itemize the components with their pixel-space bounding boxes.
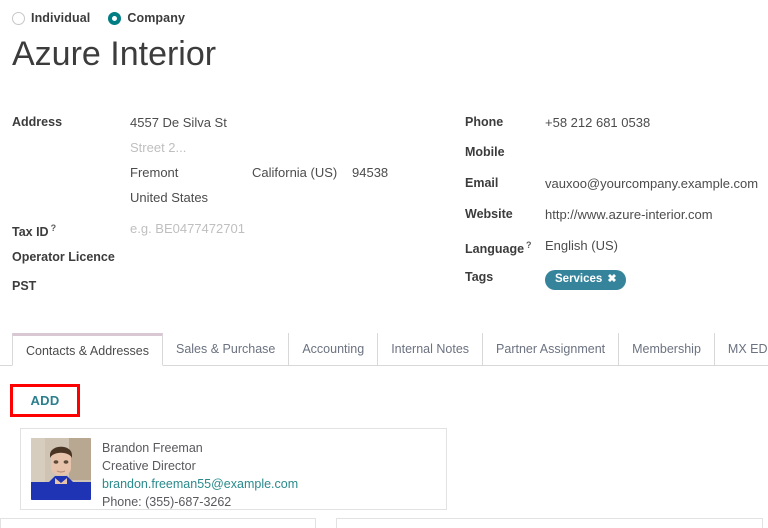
tax-id-label-text: Tax ID xyxy=(12,225,49,239)
tag-services-label: Services xyxy=(555,272,602,287)
tab-internal-notes[interactable]: Internal Notes xyxy=(378,333,483,366)
field-row-website: Website http://www.azure-interior.com xyxy=(465,202,768,227)
tag-remove-icon[interactable]: ✖ xyxy=(607,272,616,287)
contact-name: Brandon Freeman xyxy=(102,439,298,457)
contact-card-next-partial[interactable] xyxy=(336,518,763,528)
email-input[interactable]: vauxoo@yourcompany.example.com xyxy=(545,171,758,196)
contact-form: Address 4557 De Silva St Street 2... Fre… xyxy=(0,110,768,299)
tax-id-help-icon[interactable]: ? xyxy=(51,223,57,233)
address-label: Address xyxy=(12,110,130,135)
phone-input[interactable]: +58 212 681 0538 xyxy=(545,110,650,135)
field-row-street2: Street 2... xyxy=(12,135,455,160)
operator-licence-label: Operator Licence xyxy=(12,245,130,270)
website-input[interactable]: http://www.azure-interior.com xyxy=(545,202,713,227)
language-label-text: Language xyxy=(465,242,524,256)
form-column-right: Phone +58 212 681 0538 Mobile Email vaux… xyxy=(455,110,768,299)
contact-form-page: Individual Company Azure Interior Addres… xyxy=(0,0,768,528)
language-label: Language? xyxy=(465,233,545,262)
tab-sales-purchase[interactable]: Sales & Purchase xyxy=(163,333,289,366)
contact-role: Creative Director xyxy=(102,457,298,475)
street2-input[interactable]: Street 2... xyxy=(130,135,186,160)
contact-card-colleen-diaz[interactable]: Colleen Diaz Business Executive colleen.… xyxy=(0,518,316,528)
street-input[interactable]: 4557 De Silva St xyxy=(130,110,227,135)
radio-company-label: Company xyxy=(127,11,185,25)
tags-label: Tags xyxy=(465,265,545,290)
zip-input[interactable]: 94538 xyxy=(352,160,388,185)
tax-id-input[interactable]: e.g. BE0477472701 xyxy=(130,216,245,241)
contacts-card-list: Brandon Freeman Creative Director brando… xyxy=(0,428,768,528)
tax-id-label: Tax ID? xyxy=(12,216,130,245)
avatar-brandon-freeman xyxy=(31,438,91,500)
tab-partner-assignment[interactable]: Partner Assignment xyxy=(483,333,619,366)
radio-individual-icon[interactable] xyxy=(12,12,25,25)
add-button[interactable]: ADD xyxy=(13,387,77,414)
tags-container: Services ✖ xyxy=(545,265,626,290)
radio-individual-label: Individual xyxy=(31,11,90,25)
tab-accounting[interactable]: Accounting xyxy=(289,333,378,366)
country-input[interactable]: United States xyxy=(130,185,208,210)
tab-membership[interactable]: Membership xyxy=(619,333,715,366)
avatar-photo-male xyxy=(31,438,91,500)
contact-email-link[interactable]: brandon.freeman55@example.com xyxy=(102,475,298,493)
contact-phone: Phone: (355)-687-3262 xyxy=(102,493,298,511)
field-row-tax-id: Tax ID? e.g. BE0477472701 xyxy=(12,216,455,241)
language-input[interactable]: English (US) xyxy=(545,233,618,258)
language-help-icon[interactable]: ? xyxy=(526,240,532,250)
page-title[interactable]: Azure Interior xyxy=(12,33,216,75)
field-row-phone: Phone +58 212 681 0538 xyxy=(465,110,768,135)
phone-label: Phone xyxy=(465,110,545,135)
tag-services[interactable]: Services ✖ xyxy=(545,270,626,290)
form-column-left: Address 4557 De Silva St Street 2... Fre… xyxy=(0,110,455,299)
field-row-country: United States xyxy=(12,185,455,210)
field-row-city-state-zip: Fremont California (US) 94538 xyxy=(12,160,455,185)
contact-card-brandon-freeman[interactable]: Brandon Freeman Creative Director brando… xyxy=(20,428,447,510)
field-row-email: Email vauxoo@yourcompany.example.com xyxy=(465,171,768,196)
contact-info-brandon-freeman: Brandon Freeman Creative Director brando… xyxy=(102,438,298,500)
radio-option-company[interactable]: Company xyxy=(108,11,185,25)
website-label: Website xyxy=(465,202,545,227)
field-row-operator-licence: Operator Licence xyxy=(12,245,455,270)
record-type-radio-group[interactable]: Individual Company xyxy=(12,11,197,25)
field-row-address: Address 4557 De Silva St xyxy=(12,110,455,135)
field-row-tags: Tags Services ✖ xyxy=(465,265,768,290)
field-row-mobile: Mobile xyxy=(465,140,768,165)
tab-mx-edi[interactable]: MX EDI xyxy=(715,333,768,366)
state-input[interactable]: California (US) xyxy=(252,160,352,185)
radio-company-icon[interactable] xyxy=(108,12,121,25)
pst-label: PST xyxy=(12,274,130,299)
radio-option-individual[interactable]: Individual xyxy=(12,11,90,25)
field-row-language: Language? English (US) xyxy=(465,233,768,258)
tab-bar: Contacts & Addresses Sales & Purchase Ac… xyxy=(0,333,768,366)
email-label: Email xyxy=(465,171,545,196)
tab-list: Contacts & Addresses Sales & Purchase Ac… xyxy=(12,333,768,366)
tab-contacts-addresses[interactable]: Contacts & Addresses xyxy=(12,333,163,366)
mobile-label: Mobile xyxy=(465,140,545,165)
field-row-pst: PST xyxy=(12,274,455,299)
city-input[interactable]: Fremont xyxy=(130,160,252,185)
city-state-zip-group: Fremont California (US) 94538 xyxy=(130,160,388,185)
